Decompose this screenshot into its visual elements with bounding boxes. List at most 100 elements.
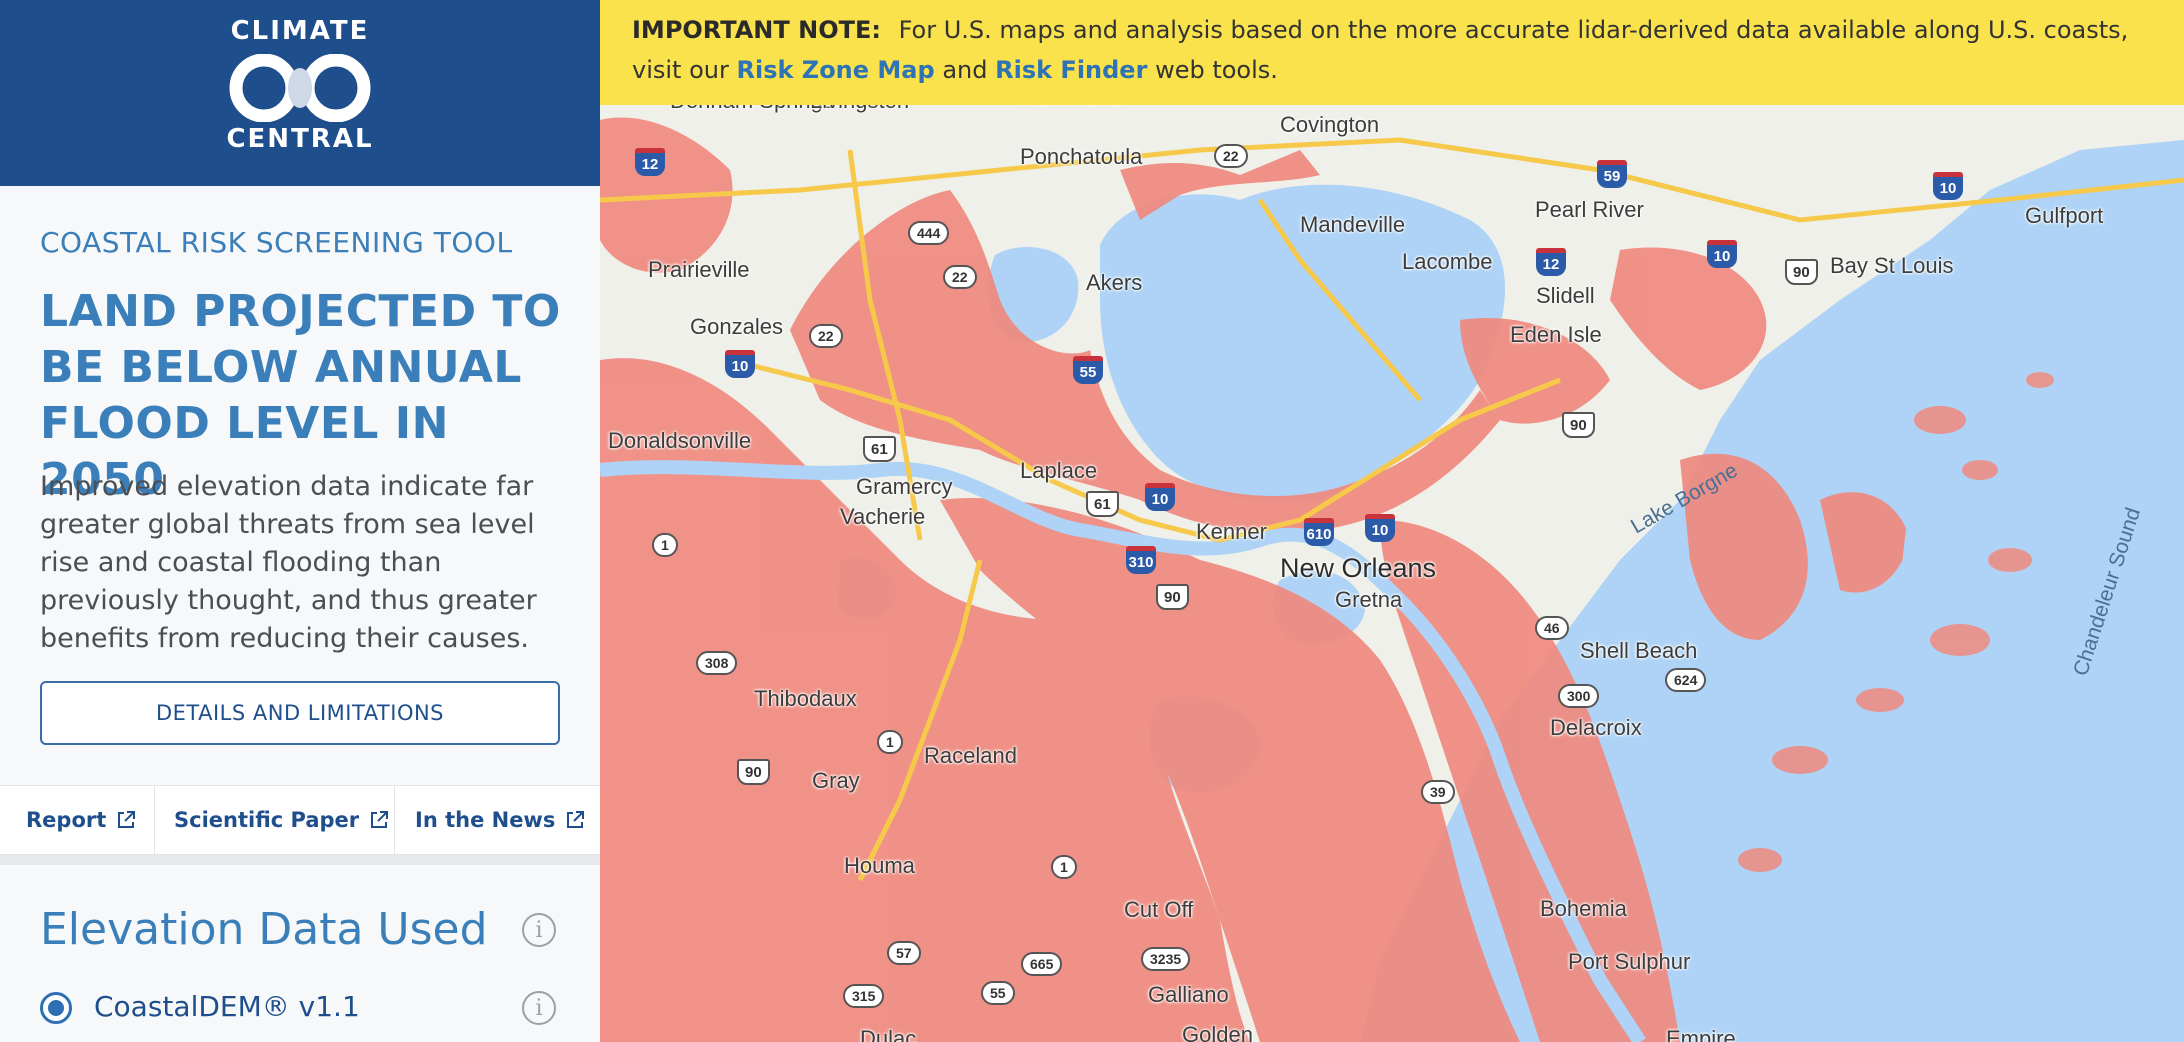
logo-text-bottom: CENTRAL (226, 124, 374, 154)
place-label: Shell Beach (1580, 638, 1698, 663)
state-route-shield: 22 (1214, 144, 1248, 168)
place-label: Covington (1280, 112, 1380, 137)
state-route-shield: 308 (696, 651, 738, 675)
details-and-limitations-button[interactable]: DETAILS AND LIMITATIONS (40, 681, 560, 745)
state-route-shield: 57 (887, 941, 921, 965)
place-label: Kenner (1196, 519, 1267, 544)
place-label: Cut Off (1124, 897, 1194, 922)
place-label: Slidell (1536, 283, 1595, 308)
state-route-shield: 1 (652, 533, 678, 557)
state-route-shield: 39 (1421, 780, 1455, 804)
risk-zone-map-link[interactable]: Risk Zone Map (736, 56, 934, 84)
us-route-shield: 61 (1086, 491, 1119, 517)
state-route-shield: 315 (843, 984, 885, 1008)
link-divider (394, 786, 395, 854)
interstate-shield: 10 (1145, 483, 1175, 511)
external-link-icon (567, 811, 585, 828)
climate-central-logo-icon (229, 54, 371, 122)
elevation-info-icon[interactable]: i (522, 913, 556, 947)
place-label: Dulac (860, 1026, 917, 1042)
place-label: Donaldsonville (608, 428, 752, 453)
interstate-shield: 12 (635, 148, 665, 176)
us-route-shield: 61 (863, 436, 896, 462)
interstate-shield: 310 (1126, 546, 1156, 574)
interstate-shield: 10 (1933, 172, 1963, 200)
place-label: Prairieville (648, 257, 750, 282)
state-route-shield: 444 (908, 221, 950, 245)
state-route-shield: 22 (809, 324, 843, 348)
place-label: Galliano (1148, 982, 1229, 1007)
interstate-shield: 10 (725, 350, 755, 378)
place-label: Gray (812, 768, 860, 793)
external-link-icon (371, 811, 389, 828)
elevation-data-title: Elevation Data Used (40, 904, 488, 955)
us-route-shield: 90 (1156, 584, 1189, 610)
us-route-shield: 90 (1785, 259, 1818, 285)
state-route-shield: 1 (877, 730, 903, 754)
coastaldem-radio-label[interactable]: CoastalDEM® v1.1 (94, 990, 360, 1023)
interstate-shield: 12 (1536, 248, 1566, 276)
interstate-shield: 10 (1365, 514, 1395, 542)
link-divider (154, 786, 155, 854)
state-route-shield: 55 (981, 981, 1015, 1005)
place-label: Thibodaux (754, 686, 857, 711)
state-route-shield: 46 (1535, 616, 1569, 640)
place-label: Delacroix (1550, 715, 1642, 740)
place-label: Laplace (1020, 458, 1098, 483)
place-label: Gramercy (856, 474, 953, 499)
place-label: Golden (1182, 1022, 1253, 1042)
us-route-shield: 90 (737, 759, 770, 785)
in-the-news-link-label: In the News (415, 808, 556, 832)
scientific-paper-link[interactable]: Scientific Paper (174, 786, 389, 854)
banner-text: web tools. (1155, 56, 1278, 84)
important-note-banner: IMPORTANT NOTE: For U.S. maps and analys… (600, 0, 2184, 105)
place-label: Gretna (1335, 587, 1403, 612)
state-route-shield: 22 (943, 265, 977, 289)
external-link-icon (118, 811, 136, 828)
interstate-shield: 55 (1073, 356, 1103, 384)
risk-finder-link[interactable]: Risk Finder (995, 56, 1147, 84)
coastaldem-radio[interactable] (40, 992, 72, 1024)
state-route-shield: 1 (1051, 855, 1077, 879)
banner-text: and (942, 56, 988, 84)
important-note-label: IMPORTANT NOTE: (632, 16, 881, 44)
in-the-news-link[interactable]: In the News (415, 786, 585, 854)
place-label: Mandeville (1300, 212, 1406, 237)
logo-text-top: CLIMATE (230, 16, 370, 46)
sidebar: CLIMATE CENTRAL COASTAL RISK SCREENING T… (0, 0, 600, 1042)
place-label: Ponchatoula (1020, 144, 1143, 169)
flood-risk-map[interactable]: Denham Springs Livingston Hammond Coving… (600, 0, 2184, 1042)
tool-label: COASTAL RISK SCREENING TOOL (40, 226, 513, 259)
gulf-water (1840, 160, 2184, 1042)
logo[interactable]: CLIMATE CENTRAL (0, 0, 600, 186)
state-route-shield: 3235 (1141, 947, 1191, 971)
report-link[interactable]: Report (26, 786, 136, 854)
place-label: Vacherie (840, 504, 926, 529)
state-route-shield: 665 (1021, 952, 1063, 976)
place-label: Bay St Louis (1830, 253, 1954, 278)
place-label: Raceland (924, 743, 1017, 768)
report-link-label: Report (26, 808, 107, 832)
section-divider (0, 855, 600, 865)
place-label: Gulfport (2025, 203, 2104, 228)
place-label: Port Sulphur (1568, 949, 1691, 974)
page-description: Improved elevation data indicate far gre… (40, 471, 537, 654)
place-label: Akers (1086, 270, 1143, 295)
place-label: Houma (844, 853, 915, 878)
place-label: New Orleans (1280, 553, 1437, 583)
links-bar: Report Scientific Paper In the News (0, 785, 600, 855)
place-label: Gonzales (690, 314, 783, 339)
interstate-shield: 10 (1707, 240, 1737, 268)
state-route-shield: 300 (1558, 684, 1600, 708)
place-label: Pearl River (1535, 197, 1644, 222)
place-label: Bohemia (1540, 896, 1627, 921)
scientific-paper-link-label: Scientific Paper (174, 808, 360, 832)
state-route-shield: 624 (1665, 668, 1707, 692)
place-label: Lacombe (1402, 249, 1493, 274)
coastaldem-info-icon[interactable]: i (522, 991, 556, 1025)
interstate-shield: 59 (1597, 160, 1627, 188)
interstate-shield: 610 (1304, 518, 1334, 546)
place-label: Empire (1666, 1026, 1736, 1042)
place-label: Eden Isle (1510, 322, 1602, 347)
us-route-shield: 90 (1562, 412, 1595, 438)
